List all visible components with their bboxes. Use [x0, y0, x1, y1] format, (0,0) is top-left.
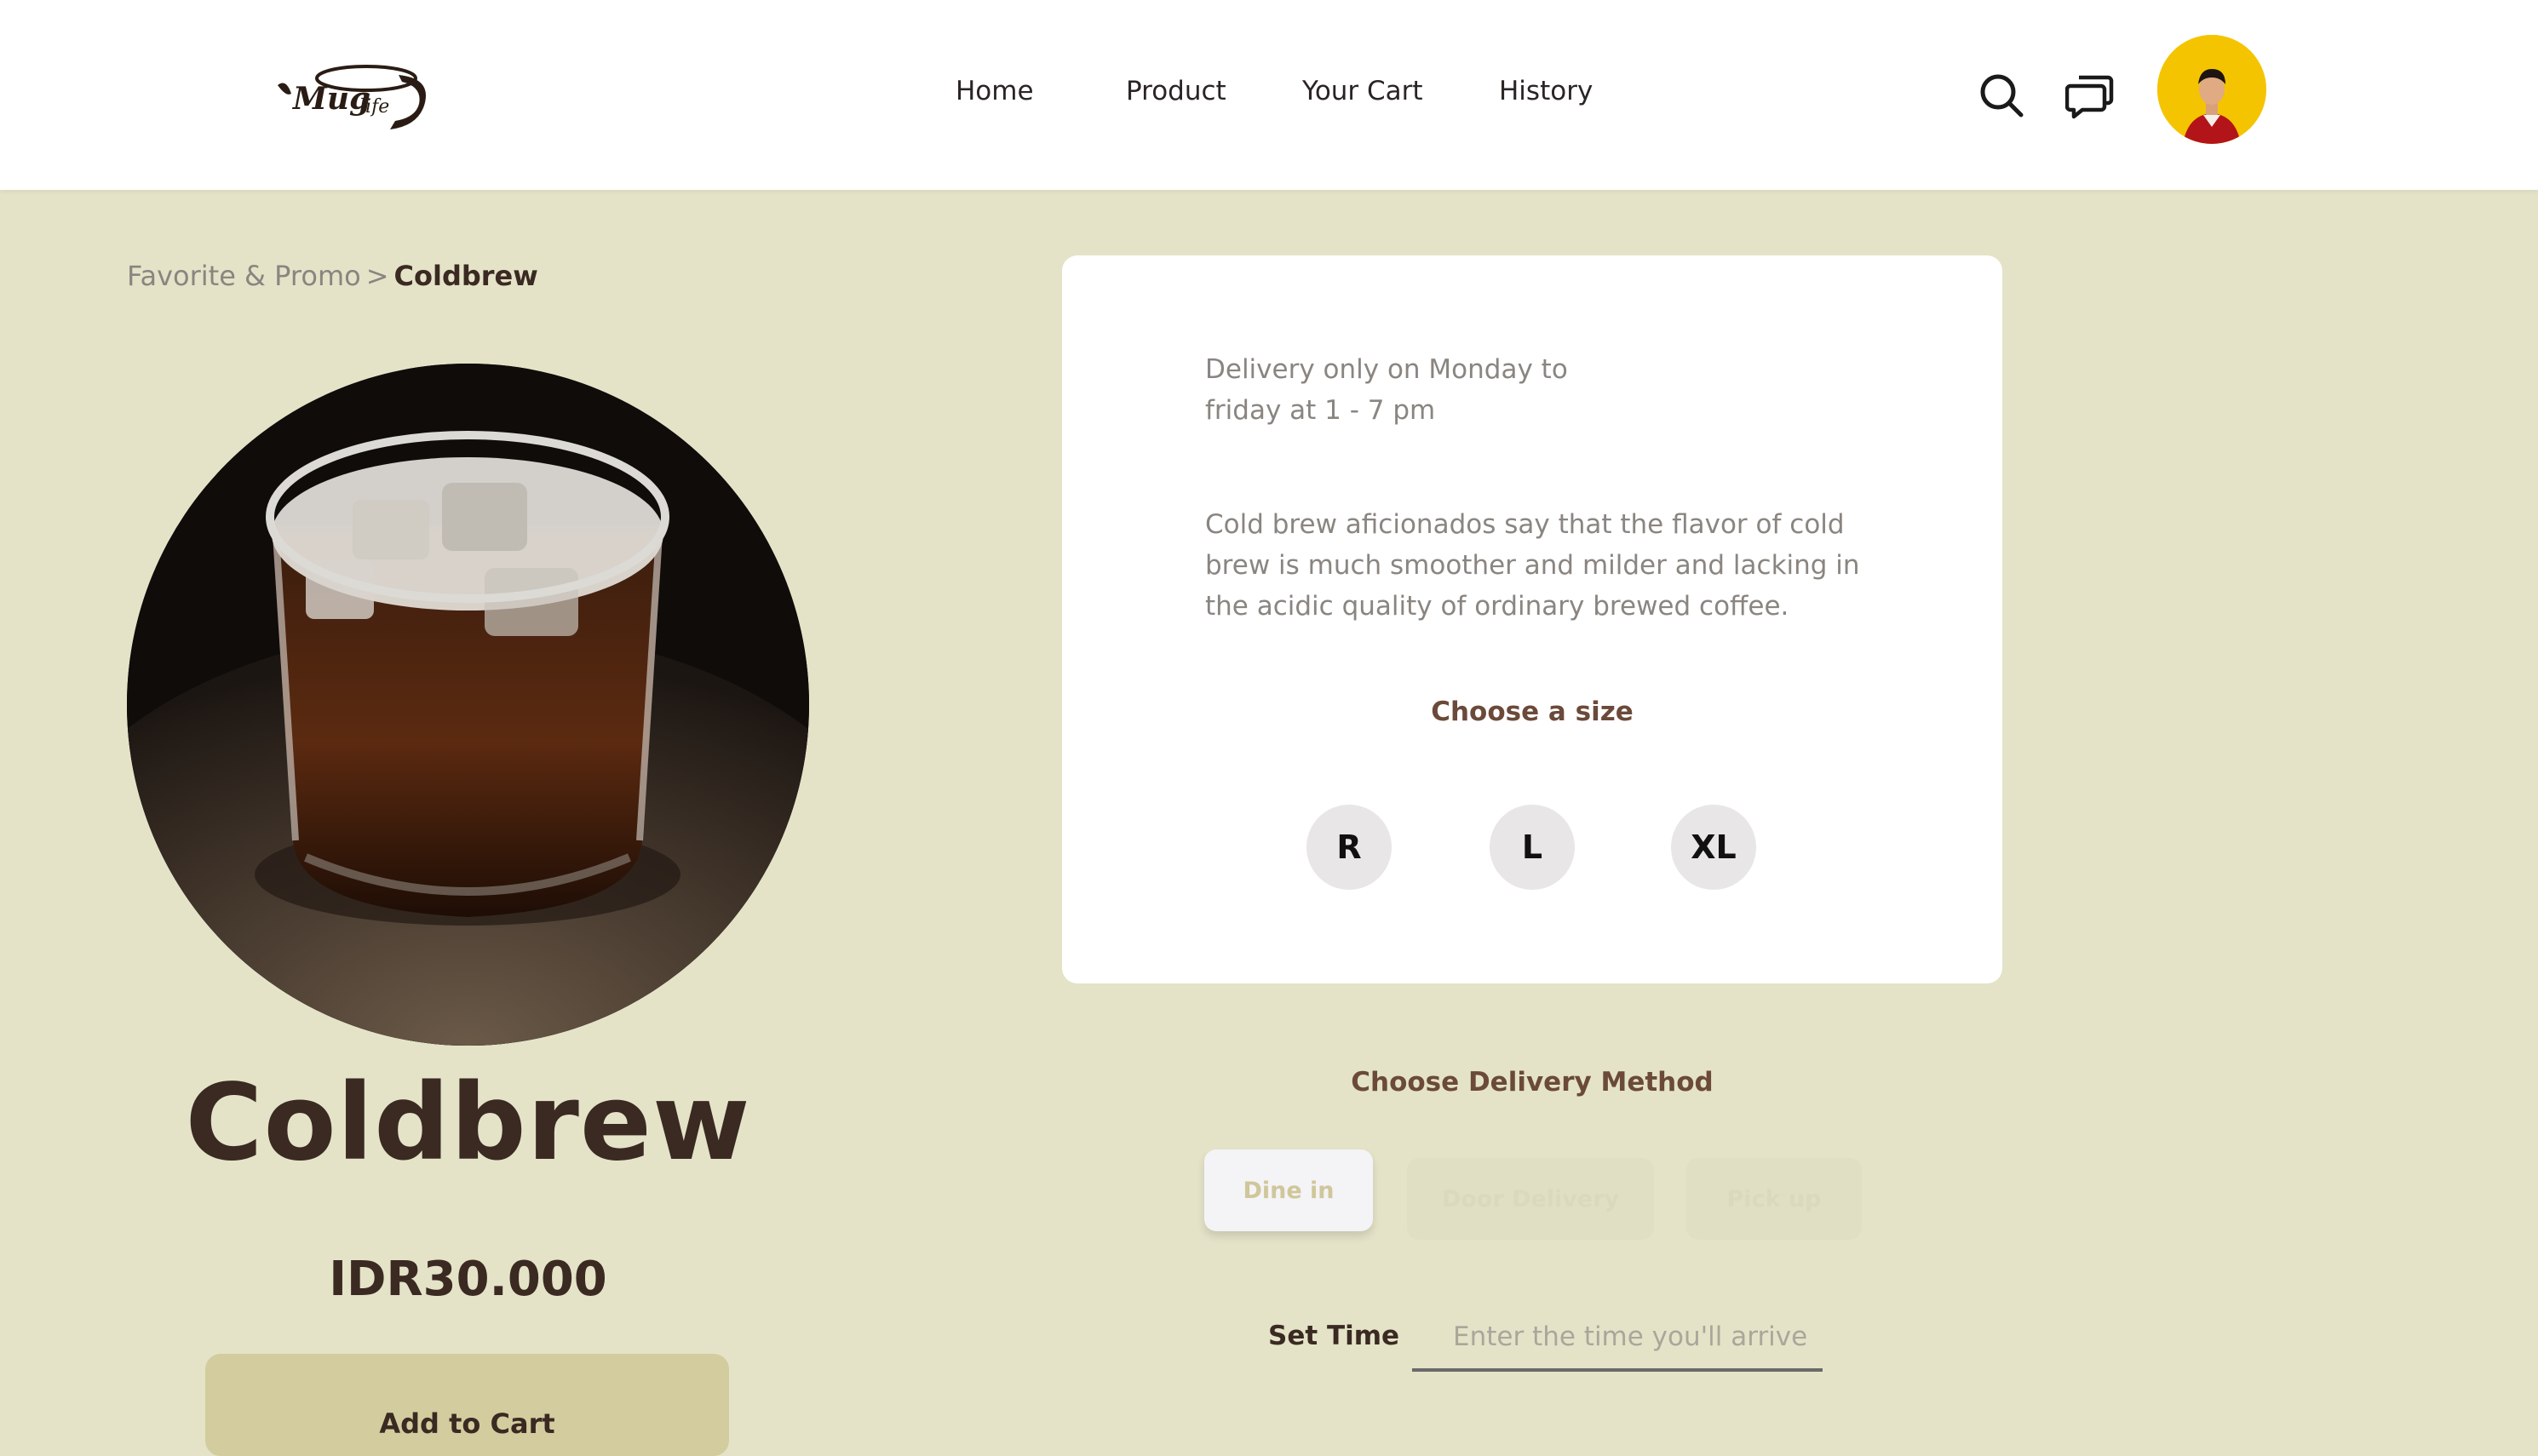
add-to-cart-button[interactable]: Add to Cart [205, 1354, 729, 1456]
delivery-option-dine-in[interactable]: Dine in [1204, 1149, 1373, 1231]
brand-logo[interactable]: Mug life [271, 53, 441, 135]
svg-text:life: life [359, 96, 389, 118]
breadcrumb-favorite-promo[interactable]: Favorite & Promo [127, 260, 361, 292]
product-description: Cold brew aficionados say that the flavo… [1205, 509, 1860, 622]
product-image [127, 364, 809, 1046]
nav-your-cart[interactable]: Your Cart [1302, 76, 1423, 106]
product-name: Coldbrew [185, 1062, 751, 1184]
user-avatar[interactable] [2157, 35, 2266, 144]
top-navbar: Mug life Home Product Your Cart History [0, 0, 2538, 190]
nav-product[interactable]: Product [1126, 76, 1226, 106]
delivery-option-door-delivery[interactable]: Door Delivery [1407, 1158, 1654, 1240]
breadcrumb: Favorite & Promo > Coldbrew [127, 260, 538, 292]
chat-icon[interactable] [2065, 71, 2115, 120]
arrival-time-input[interactable] [1412, 1305, 1823, 1372]
size-option-r[interactable]: R [1306, 805, 1392, 890]
delivery-availability-note: Delivery only on Monday to friday at 1 -… [1205, 354, 1568, 426]
size-option-l[interactable]: L [1490, 805, 1575, 890]
nav-home[interactable]: Home [956, 76, 1034, 106]
delivery-option-pick-up[interactable]: Pick up [1686, 1158, 1862, 1240]
breadcrumb-separator: > [365, 260, 389, 292]
size-section-title: Choose a size [1431, 696, 1634, 727]
breadcrumb-current: Coldbrew [393, 260, 538, 292]
product-price: IDR30.000 [329, 1252, 607, 1307]
nav-history[interactable]: History [1499, 76, 1593, 106]
set-time-label: Set Time [1268, 1321, 1400, 1351]
delivery-method-title: Choose Delivery Method [1351, 1067, 1714, 1098]
search-icon[interactable] [1977, 71, 2026, 120]
size-option-xl[interactable]: XL [1671, 805, 1756, 890]
product-info-card: Delivery only on Monday to friday at 1 -… [1062, 255, 2002, 983]
